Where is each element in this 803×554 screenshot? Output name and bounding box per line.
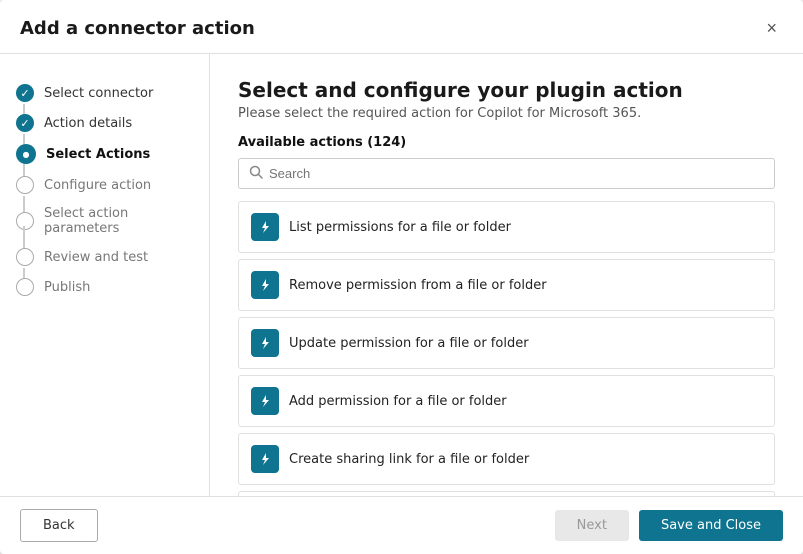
search-box xyxy=(238,158,775,189)
action-label-create-sharing-link: Create sharing link for a file or folder xyxy=(289,452,529,467)
step-icon-action-details: ✓ xyxy=(16,114,34,132)
action-label-add-permission: Add permission for a file or folder xyxy=(289,394,507,409)
sidebar-step-action-details[interactable]: ✓ Action details xyxy=(0,108,209,138)
back-button[interactable]: Back xyxy=(20,509,98,542)
main-content: Select and configure your plugin action … xyxy=(210,54,803,496)
footer-right-buttons: Next Save and Close xyxy=(555,510,783,541)
sidebar-step-select-connector[interactable]: ✓ Select connector xyxy=(0,78,209,108)
action-label-list-permissions: List permissions for a file or folder xyxy=(289,220,511,235)
action-icon-remove-permission xyxy=(251,271,279,299)
step-icon-publish xyxy=(16,278,34,296)
dialog-header: Add a connector action × xyxy=(0,0,803,54)
step-label-select-connector: Select connector xyxy=(44,86,153,101)
action-icon-add-permission xyxy=(251,387,279,415)
action-item-create-sharing-link[interactable]: Create sharing link for a file or folder xyxy=(238,433,775,485)
step-label-publish: Publish xyxy=(44,280,90,295)
action-item-update-permission[interactable]: Update permission for a file or folder xyxy=(238,317,775,369)
sidebar-step-publish: Publish xyxy=(0,272,209,302)
main-subtitle: Please select the required action for Co… xyxy=(238,106,775,121)
step-label-select-action-parameters: Select action parameters xyxy=(44,206,193,236)
next-button[interactable]: Next xyxy=(555,510,629,541)
dialog-footer: Back Next Save and Close xyxy=(0,496,803,554)
dialog-title: Add a connector action xyxy=(20,18,255,39)
actions-list: List permissions for a file or folder Rem… xyxy=(238,201,775,496)
action-icon-update-permission xyxy=(251,329,279,357)
main-heading: Select and configure your plugin action xyxy=(238,78,775,102)
sidebar-step-select-actions[interactable]: ● Select Actions xyxy=(0,138,209,170)
step-label-action-details: Action details xyxy=(44,116,132,131)
sidebar-step-review-and-test: Review and test xyxy=(0,242,209,272)
sidebar: ✓ Select connector ✓ Action details ● Select … xyxy=(0,54,210,496)
sidebar-step-configure-action: Configure action xyxy=(0,170,209,200)
action-item-remove-permission[interactable]: Remove permission from a file or folder xyxy=(238,259,775,311)
close-button[interactable]: × xyxy=(760,16,783,41)
dialog-body: ✓ Select connector ✓ Action details ● Select … xyxy=(0,54,803,496)
dialog: Add a connector action × ✓ Select connect… xyxy=(0,0,803,554)
action-icon-create-sharing-link xyxy=(251,445,279,473)
action-item-add-permission[interactable]: Add permission for a file or folder xyxy=(238,375,775,427)
action-item-list-permissions[interactable]: List permissions for a file or folder xyxy=(238,201,775,253)
search-input[interactable] xyxy=(269,166,764,181)
action-label-remove-permission: Remove permission from a file or folder xyxy=(289,278,547,293)
action-icon-list-permissions xyxy=(251,213,279,241)
step-icon-select-actions: ● xyxy=(16,144,36,164)
sidebar-step-select-action-parameters: Select action parameters xyxy=(0,200,209,242)
step-label-configure-action: Configure action xyxy=(44,178,151,193)
step-label-review-and-test: Review and test xyxy=(44,250,148,265)
step-icon-select-action-parameters xyxy=(16,212,34,230)
available-label: Available actions (124) xyxy=(238,135,775,150)
save-close-button[interactable]: Save and Close xyxy=(639,510,783,541)
action-label-update-permission: Update permission for a file or folder xyxy=(289,336,529,351)
step-icon-select-connector: ✓ xyxy=(16,84,34,102)
step-icon-configure-action xyxy=(16,176,34,194)
step-icon-review-and-test xyxy=(16,248,34,266)
search-icon xyxy=(249,164,263,183)
step-label-select-actions: Select Actions xyxy=(46,147,150,162)
